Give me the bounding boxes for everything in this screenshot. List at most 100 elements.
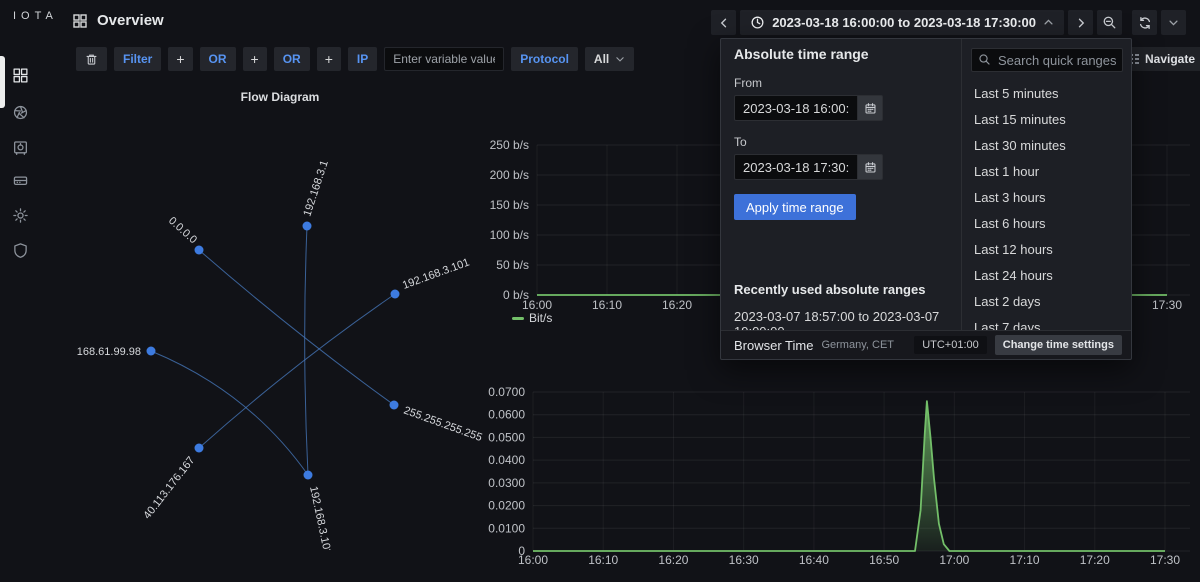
apps-grid-icon xyxy=(12,67,29,84)
quick-range-item[interactable]: Last 7 days xyxy=(962,315,1131,330)
shield-icon xyxy=(12,242,29,259)
quick-range-item[interactable]: Last 15 minutes xyxy=(962,107,1131,133)
legend-swatch xyxy=(512,317,524,320)
x-axis-tick: 16:00 xyxy=(522,298,552,312)
flow-node[interactable] xyxy=(304,471,313,480)
time-controls: 2023-03-18 16:00:00 to 2023-03-18 17:30:… xyxy=(711,10,1186,35)
apply-time-range-button[interactable]: Apply time range xyxy=(734,194,856,220)
page-title: Overview xyxy=(97,12,164,29)
flow-node[interactable] xyxy=(195,246,204,255)
x-axis-tick: 17:10 xyxy=(1010,553,1040,567)
or-button-1[interactable]: OR xyxy=(200,47,236,71)
add-or-button-1[interactable]: + xyxy=(243,47,267,71)
x-axis-tick: 17:30 xyxy=(1150,553,1180,567)
zoom-out-icon xyxy=(1102,15,1117,30)
from-calendar-button[interactable] xyxy=(858,95,883,121)
refresh-interval-select[interactable] xyxy=(1161,10,1186,35)
quick-range-item[interactable]: Last 12 hours xyxy=(962,237,1131,263)
y-axis-tick: 0.0700 xyxy=(488,385,525,399)
sidebar-item-shield[interactable] xyxy=(0,232,40,268)
breadcrumb: Overview xyxy=(72,12,164,29)
flow-node[interactable] xyxy=(390,401,399,410)
quick-range-item[interactable]: Last 30 minutes xyxy=(962,133,1131,159)
time-range-text: 2023-03-18 16:00:00 to 2023-03-18 17:30:… xyxy=(772,15,1036,30)
x-axis-tick: 16:40 xyxy=(799,553,829,567)
flow-node[interactable] xyxy=(391,290,400,299)
navigate-label: Navigate xyxy=(1145,52,1195,66)
from-input[interactable] xyxy=(734,95,858,121)
quick-range-item[interactable]: Last 1 hour xyxy=(962,159,1131,185)
change-time-settings-button[interactable]: Change time settings xyxy=(995,335,1122,355)
delete-filter-button[interactable] xyxy=(76,47,107,71)
navigate-button[interactable]: Navigate xyxy=(1120,47,1200,71)
chevron-left-icon xyxy=(718,17,730,29)
quick-ranges-list: Last 5 minutesLast 15 minutesLast 30 min… xyxy=(962,81,1131,330)
gear-icon xyxy=(12,207,29,224)
flows-chart: 00.01000.02000.03000.04000.05000.06000.0… xyxy=(488,385,1200,582)
x-axis-tick: 16:30 xyxy=(729,553,759,567)
time-range-picker-button[interactable]: 2023-03-18 16:00:00 to 2023-03-18 17:30:… xyxy=(740,10,1064,35)
quick-range-item[interactable]: Last 5 minutes xyxy=(962,81,1131,107)
from-label: From xyxy=(734,76,964,90)
sidebar-item-vault[interactable] xyxy=(0,129,40,165)
chevron-right-icon xyxy=(1075,17,1087,29)
flow-edge xyxy=(199,294,395,448)
zoom-out-button[interactable] xyxy=(1097,10,1122,35)
y-axis-tick: 50 b/s xyxy=(496,258,529,272)
sidebar-item-apps-grid[interactable] xyxy=(0,57,40,93)
y-axis-tick: 150 b/s xyxy=(490,198,529,212)
x-axis-tick: 17:20 xyxy=(1080,553,1110,567)
absolute-range-title: Absolute time range xyxy=(734,46,964,62)
time-range-back-button[interactable] xyxy=(711,10,736,35)
quick-range-item[interactable]: Last 24 hours xyxy=(962,263,1131,289)
ip-button[interactable]: IP xyxy=(348,47,377,71)
to-label: To xyxy=(734,135,964,149)
quick-ranges-search-input[interactable] xyxy=(971,48,1123,72)
x-axis-tick: 16:10 xyxy=(592,298,622,312)
protocol-button[interactable]: Protocol xyxy=(511,47,578,71)
browser-time-label: Browser Time xyxy=(734,338,813,353)
y-axis-tick: 0.0400 xyxy=(488,453,525,467)
vault-icon xyxy=(12,139,29,156)
y-axis-tick: 0.0600 xyxy=(488,408,525,422)
sidebar-item-shutter[interactable] xyxy=(0,94,40,130)
protocol-all-select[interactable]: All xyxy=(585,47,634,71)
flow-node[interactable] xyxy=(147,347,156,356)
server-icon xyxy=(12,172,29,189)
quick-range-item[interactable]: Last 3 hours xyxy=(962,185,1131,211)
flow-edge xyxy=(305,226,308,475)
flow-diagram: 0.0.0.0192.168.3.1192.168.3.101168.61.99… xyxy=(40,80,488,550)
sidebar-item-gear[interactable] xyxy=(0,197,40,233)
filter-button[interactable]: Filter xyxy=(114,47,161,71)
flow-node-label: 192.168.3.102 xyxy=(307,485,333,550)
variables-toolbar: Filter + OR + OR + IP Protocol All xyxy=(76,47,634,71)
quick-range-item[interactable]: Last 6 hours xyxy=(962,211,1131,237)
calendar-icon xyxy=(864,102,877,115)
chevron-up-icon xyxy=(1043,17,1054,28)
to-calendar-button[interactable] xyxy=(858,154,883,180)
variable-value-input[interactable] xyxy=(384,47,504,71)
flow-node-label: 168.61.99.98 xyxy=(77,346,141,358)
x-axis-tick: 16:00 xyxy=(518,553,548,567)
y-axis-tick: 100 b/s xyxy=(490,228,529,242)
search-icon xyxy=(978,53,991,66)
flow-node-label: 40.113.176.167 xyxy=(141,454,197,521)
clock-icon xyxy=(750,15,765,30)
x-axis-tick: 16:50 xyxy=(869,553,899,567)
time-picker-footer: Browser Time Germany, CET UTC+01:00 Chan… xyxy=(721,330,1131,359)
x-axis-tick: 17:00 xyxy=(939,553,969,567)
refresh-button[interactable] xyxy=(1132,10,1157,35)
sidebar-item-server[interactable] xyxy=(0,162,40,198)
x-axis-tick: 16:20 xyxy=(658,553,688,567)
to-input[interactable] xyxy=(734,154,858,180)
or-button-2[interactable]: OR xyxy=(274,47,310,71)
add-or-button-2[interactable]: + xyxy=(317,47,341,71)
flow-node[interactable] xyxy=(195,444,204,453)
flow-node[interactable] xyxy=(303,222,312,231)
x-axis-tick: 17:30 xyxy=(1152,298,1182,312)
legend-label[interactable]: Bit/s xyxy=(529,311,552,325)
quick-range-item[interactable]: Last 2 days xyxy=(962,289,1131,315)
add-filter-button[interactable]: + xyxy=(168,47,192,71)
browser-timezone: Germany, CET xyxy=(821,339,894,351)
time-range-forward-button[interactable] xyxy=(1068,10,1093,35)
